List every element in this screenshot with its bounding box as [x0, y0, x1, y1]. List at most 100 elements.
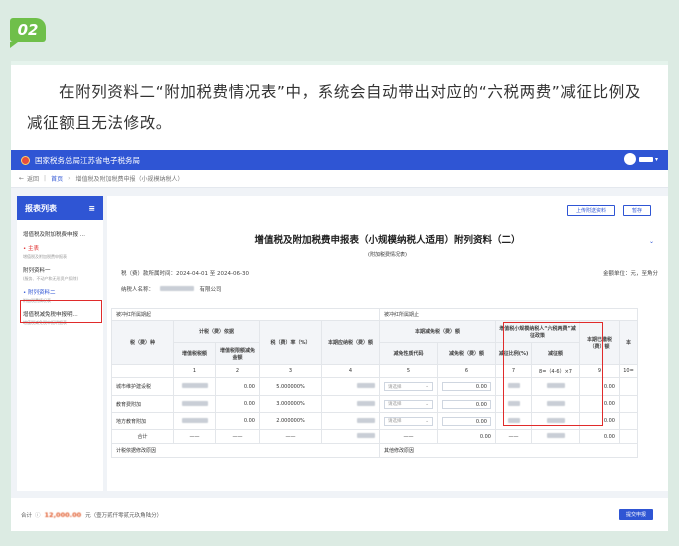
report-sidebar: 报表列表 ≡ 增值税及附加税费申报 ... • 主表 增值税及附加税费申报表 附… — [17, 196, 103, 491]
total-payable — [619, 429, 638, 444]
table-band-row: 被冲红所属期起 被冲红所属期止 — [111, 308, 638, 321]
sidebar-item-attachment-1[interactable]: 附列资料一 (服务、不动产和无形资产扣除) — [17, 262, 103, 284]
sidebar-item-label: 增值税及附加税费申报 ... — [23, 232, 85, 238]
total-policy-amt-masked — [531, 429, 580, 444]
upload-attachment-button[interactable]: 上传附送资料 — [567, 205, 615, 216]
taxpayer-value: 有限公司 — [199, 287, 222, 293]
select-placeholder: 请选择 — [388, 419, 402, 424]
row-due-masked — [321, 395, 380, 413]
chevron-down-icon[interactable]: ⌄ — [649, 238, 654, 245]
footer-bar: 合计 ⓘ 12,000.00 元（壹万贰仟零贰元玖角陆分） 提交申报 — [11, 498, 668, 531]
total-dash: —— — [379, 429, 438, 444]
row-payable — [619, 412, 638, 430]
form-panel: 上传附送资料 暂存 增值税及附加税费申报表（小规模纳税人适用）附列资料（二） ⌄… — [107, 196, 668, 491]
total-relief: 0.00 — [437, 429, 496, 444]
breadcrumb-separator: | — [44, 175, 47, 182]
form-subtitle: (附加税费情况表) — [368, 252, 407, 258]
chevron-down-icon: ⌄ — [425, 401, 429, 407]
column-index: 4 — [321, 364, 380, 378]
column-index: 3 — [259, 364, 322, 378]
user-menu[interactable]: ▾ — [623, 153, 658, 165]
app-header: 国家税务总局江苏省电子税务局 ▾ — [11, 150, 668, 170]
row-relief-amount-input[interactable]: 0.00 — [437, 395, 496, 413]
column-index: 10= — [619, 364, 638, 378]
row-due-masked — [321, 412, 380, 430]
column-index: 1 — [173, 364, 216, 378]
article-stage: 02 在附列资料二“附加税费情况表”中，系统会自动带出对应的“六税两费”减征比例… — [0, 0, 679, 546]
highlight-box-sidebar — [20, 300, 102, 323]
menu-icon[interactable]: ≡ — [88, 204, 95, 213]
chevron-down-icon: ⌄ — [425, 384, 429, 389]
row-payable — [619, 377, 638, 396]
period-value: 2024-04-01 至 2024-06-30 — [176, 271, 249, 277]
row-relief-code-select[interactable]: 请选择 ⌄ — [379, 377, 438, 396]
header-basis: 计税（费）依据 — [173, 320, 260, 343]
step-badge-tail — [10, 42, 18, 48]
row-relief-code-select[interactable]: 请选择 ⌄ — [379, 412, 438, 430]
row-relief-code-select[interactable]: 请选择 ⌄ — [379, 395, 438, 413]
caption-text: 在附列资料二“附加税费情况表”中，系统会自动带出对应的“六税两费”减征比例及减征… — [27, 83, 641, 132]
row-rate: 3.000000% — [259, 395, 322, 413]
info-icon[interactable]: ⓘ — [35, 511, 41, 519]
sidebar-item-label: • 附列资料二 — [23, 290, 56, 296]
sidebar-item-label: 附列资料一 — [23, 268, 51, 274]
app-title: 国家税务总局江苏省电子税务局 — [35, 155, 140, 165]
breadcrumb-home[interactable]: 首页 — [51, 174, 63, 183]
row-payable — [619, 395, 638, 413]
user-name-masked — [638, 156, 653, 162]
band-left: 被冲红所属期起 — [111, 308, 380, 321]
sidebar-item-sublabel: 增值税及附加税费申报表 — [23, 254, 67, 259]
sidebar-item-main-table[interactable]: • 主表 增值税及附加税费申报表 — [17, 240, 103, 262]
row-rate: 5.000000% — [259, 377, 322, 396]
row-tax-name: 城市维护建设税 — [111, 377, 174, 396]
footer-total-unit: 元（壹万贰仟零贰元玖角陆分） — [85, 512, 163, 519]
basis-change-reason[interactable]: 计税依据修改原因 — [111, 443, 380, 458]
header-relief: 本期减免税（费）额 — [379, 320, 496, 343]
row-vat-deduct: 0.00 — [215, 395, 260, 413]
taxpayer-name-masked — [159, 286, 194, 291]
relief-amount-value: 0.00 — [442, 399, 491, 409]
back-arrow-icon[interactable]: ← — [19, 175, 24, 182]
column-index: 2 — [215, 364, 260, 378]
form-title: 增值税及附加税费申报表（小规模纳税人适用）附列资料（二） — [254, 235, 521, 246]
relief-amount-value: 0.00 — [442, 382, 491, 391]
save-draft-button[interactable]: 暂存 — [623, 205, 651, 216]
row-relief-amount-input[interactable]: 0.00 — [437, 412, 496, 430]
row-vat-tax-masked — [173, 395, 216, 413]
header-rate: 税（费）率（%） — [259, 320, 322, 365]
band-right: 被冲红所属期止 — [379, 308, 638, 321]
amount-unit: 金额单位：元，至角分 — [602, 271, 658, 277]
row-vat-deduct: 0.00 — [215, 412, 260, 430]
breadcrumb-separator: › — [68, 175, 71, 182]
sidebar-item-sublabel: (服务、不动产和无形资产扣除) — [23, 276, 79, 281]
sidebar-item-vat-return[interactable]: 增值税及附加税费申报 ... — [17, 226, 103, 240]
card-top-strip — [11, 61, 668, 65]
step-badge: 02 — [10, 18, 46, 42]
header-relief-amt: 减免税（费）额 — [437, 342, 496, 365]
row-tax-name: 教育费附加 — [111, 395, 174, 413]
header-relief-code: 减免性质代码 — [379, 342, 438, 365]
sidebar-header: 报表列表 ≡ — [17, 196, 103, 220]
row-vat-tax-masked — [173, 377, 216, 396]
row-vat-tax-masked — [173, 412, 216, 430]
row-tax-name: 地方教育附加 — [111, 412, 174, 430]
chevron-down-icon: ▾ — [654, 155, 658, 163]
total-dash: —— — [495, 429, 532, 444]
column-index: 6 — [437, 364, 496, 378]
highlight-box-policy-columns — [503, 322, 603, 426]
row-due-masked — [321, 377, 380, 396]
tax-emblem-icon — [21, 155, 30, 165]
row-rate: 2.000000% — [259, 412, 322, 430]
footer-total-amount: 12,000.00 — [44, 510, 82, 519]
row-relief-amount-input[interactable]: 0.00 — [437, 377, 496, 396]
total-dash: —— — [215, 429, 260, 444]
sidebar-title: 报表列表 — [25, 203, 57, 213]
breadcrumb-current: 增值税及附加税费申报（小规模纳税人） — [75, 176, 184, 183]
column-index: 5 — [379, 364, 438, 378]
select-placeholder: 请选择 — [388, 402, 402, 407]
submit-return-button[interactable]: 提交申报 — [619, 509, 653, 520]
breadcrumb: ← 返回 | 首页 › 增值税及附加税费申报（小规模纳税人） — [11, 170, 668, 188]
row-vat-deduct: 0.00 — [215, 377, 260, 396]
other-change-reason[interactable]: 其他修改原因 — [379, 443, 638, 458]
back-link[interactable]: 返回 — [27, 174, 39, 183]
